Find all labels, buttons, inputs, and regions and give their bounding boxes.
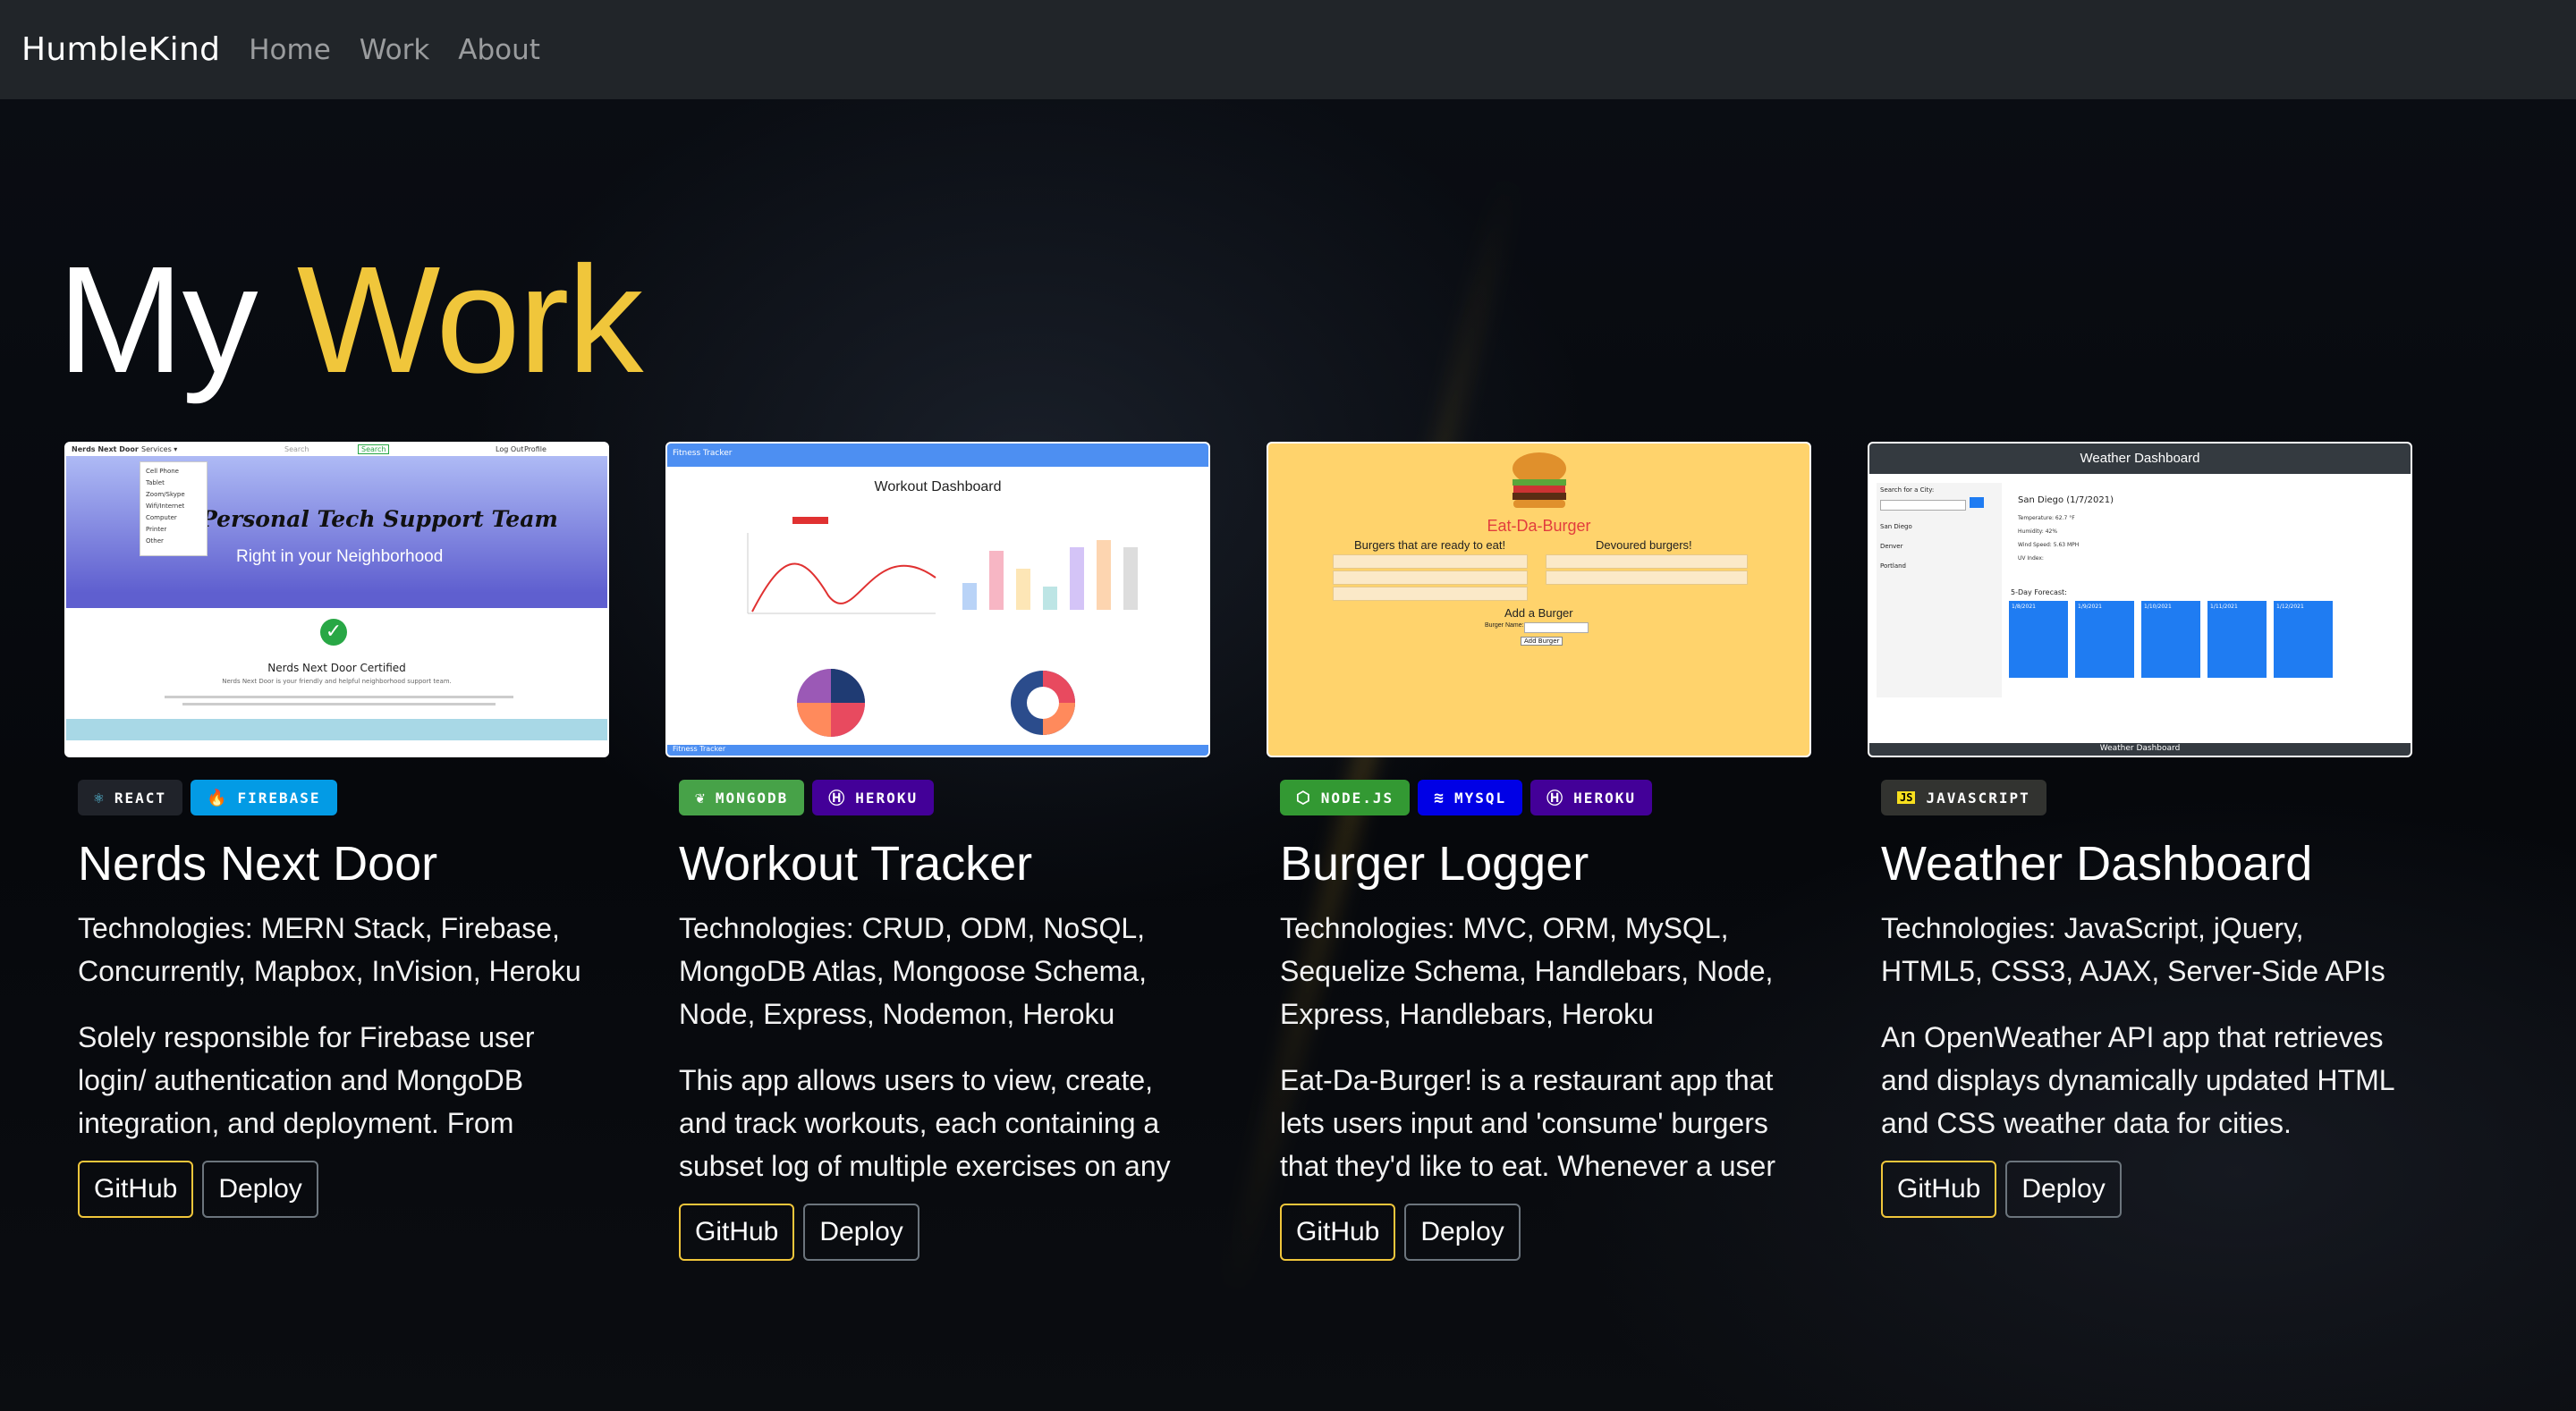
preview-title: Workout Dashboard bbox=[874, 479, 1002, 494]
page-title-my: My bbox=[57, 235, 258, 405]
project-screenshot[interactable]: Nerds Next Door Services ▾ Search Search… bbox=[64, 442, 609, 757]
project-card-burger-logger: Eat-Da-Burger Burgers that are ready to … bbox=[1267, 442, 1811, 1261]
burger-icon bbox=[1513, 452, 1566, 508]
nav-links: Home Work About bbox=[249, 34, 569, 66]
deploy-button[interactable]: Deploy bbox=[202, 1161, 318, 1218]
project-card-weather-dashboard: Weather Dashboard Search for a City: San… bbox=[1868, 442, 2412, 1218]
preview-footer: Weather Dashboard bbox=[1869, 743, 2411, 756]
deploy-button[interactable]: Deploy bbox=[1404, 1204, 1521, 1261]
badge-javascript: JS JAVASCRIPT bbox=[1881, 780, 2046, 815]
nav-link-home[interactable]: Home bbox=[249, 34, 331, 66]
badge-heroku: Ⓗ HEROKU bbox=[1530, 780, 1652, 815]
navbar-brand[interactable]: HumbleKind bbox=[21, 31, 220, 68]
github-button[interactable]: GitHub bbox=[679, 1204, 795, 1261]
project-technologies: Technologies: MVC, ORM, MySQL, Sequelize… bbox=[1280, 912, 1774, 1030]
page-title-work: Work bbox=[296, 235, 644, 405]
preview-navbar: Nerds Next Door Services ▾ Search Search… bbox=[66, 444, 607, 457]
project-technologies: Technologies: CRUD, ODM, NoSQL, MongoDB … bbox=[679, 912, 1147, 1030]
project-title: Burger Logger bbox=[1280, 837, 1589, 891]
badge-list: ⬡ NODE.JS ≋ MYSQL Ⓗ HEROKU bbox=[1280, 780, 1811, 815]
preview-footer: Fitness Tracker bbox=[667, 745, 1208, 756]
project-technologies: Technologies: MERN Stack, Firebase, Conc… bbox=[78, 912, 581, 987]
deploy-button[interactable]: Deploy bbox=[2005, 1161, 2122, 1218]
react-icon: ⚛ bbox=[94, 788, 104, 807]
project-technologies: Technologies: JavaScript, jQuery, HTML5,… bbox=[1881, 912, 2385, 987]
nav-link-work[interactable]: Work bbox=[360, 34, 430, 66]
badge-list: JS JAVASCRIPT bbox=[1881, 780, 2412, 815]
mongodb-icon: ❦ bbox=[695, 788, 705, 807]
badge-react: ⚛ REACT bbox=[78, 780, 183, 815]
navbar: HumbleKind Home Work About bbox=[0, 0, 2576, 99]
project-title: Nerds Next Door bbox=[78, 837, 438, 891]
nodejs-icon: ⬡ bbox=[1296, 788, 1310, 807]
check-icon: ✓ bbox=[320, 619, 347, 646]
badge-mysql: ≋ MYSQL bbox=[1418, 780, 1523, 815]
preview-title: Weather Dashboard bbox=[1869, 444, 2411, 474]
preview-hero-subtitle: Right in your Neighborhood bbox=[236, 547, 444, 566]
javascript-icon: JS bbox=[1897, 791, 1916, 804]
project-description: Solely responsible for Firebase user log… bbox=[78, 1021, 535, 1139]
github-button[interactable]: GitHub bbox=[1881, 1161, 1997, 1218]
project-card-nerds-next-door: Nerds Next Door Services ▾ Search Search… bbox=[64, 442, 609, 1218]
project-screenshot[interactable]: Eat-Da-Burger Burgers that are ready to … bbox=[1267, 442, 1811, 757]
preview-cert-title: Nerds Next Door Certified bbox=[267, 662, 406, 674]
project-description: This app allows users to view, create, a… bbox=[679, 1064, 1171, 1182]
badge-firebase: 🔥 FIREBASE bbox=[191, 780, 337, 815]
preview-sidebar: Search for a City: San Diego Denver Port… bbox=[1877, 483, 2002, 697]
badge-nodejs: ⬡ NODE.JS bbox=[1280, 780, 1411, 815]
preview-title: Eat-Da-Burger bbox=[1487, 517, 1591, 535]
github-button[interactable]: GitHub bbox=[1280, 1204, 1396, 1261]
project-title: Weather Dashboard bbox=[1881, 837, 2313, 891]
badge-heroku: Ⓗ HEROKU bbox=[812, 780, 935, 815]
deploy-button[interactable]: Deploy bbox=[803, 1204, 919, 1261]
badge-list: ⚛ REACT 🔥 FIREBASE bbox=[78, 780, 609, 815]
project-title: Workout Tracker bbox=[679, 837, 1033, 891]
project-screenshot[interactable]: Weather Dashboard Search for a City: San… bbox=[1868, 442, 2412, 757]
heroku-icon: Ⓗ bbox=[828, 790, 845, 808]
badge-list: ❦ MONGODB Ⓗ HEROKU bbox=[679, 780, 1210, 815]
github-button[interactable]: GitHub bbox=[78, 1161, 194, 1218]
project-description: An OpenWeather API app that retrieves an… bbox=[1881, 1021, 2394, 1139]
preview-hero-title: Personal Tech Support Team bbox=[200, 506, 558, 532]
preview-navbar: Fitness Tracker bbox=[667, 444, 1208, 467]
project-description: Eat-Da-Burger! is a restaurant app that … bbox=[1280, 1064, 1775, 1182]
preview-charts bbox=[747, 517, 1138, 737]
heroku-icon: Ⓗ bbox=[1546, 790, 1563, 808]
project-screenshot[interactable]: Fitness Tracker Workout Dashboard Fitnes… bbox=[665, 442, 1210, 757]
mysql-icon: ≋ bbox=[1434, 788, 1444, 807]
page-title: My Work bbox=[57, 231, 644, 410]
badge-mongodb: ❦ MONGODB bbox=[679, 780, 805, 815]
preview-dropdown: Cell Phone Tablet Zoom/Skype Wifi/Intern… bbox=[140, 461, 208, 556]
firebase-icon: 🔥 bbox=[207, 788, 227, 807]
nav-link-about[interactable]: About bbox=[458, 34, 540, 66]
project-card-workout-tracker: Fitness Tracker Workout Dashboard Fitnes… bbox=[665, 442, 1210, 1261]
